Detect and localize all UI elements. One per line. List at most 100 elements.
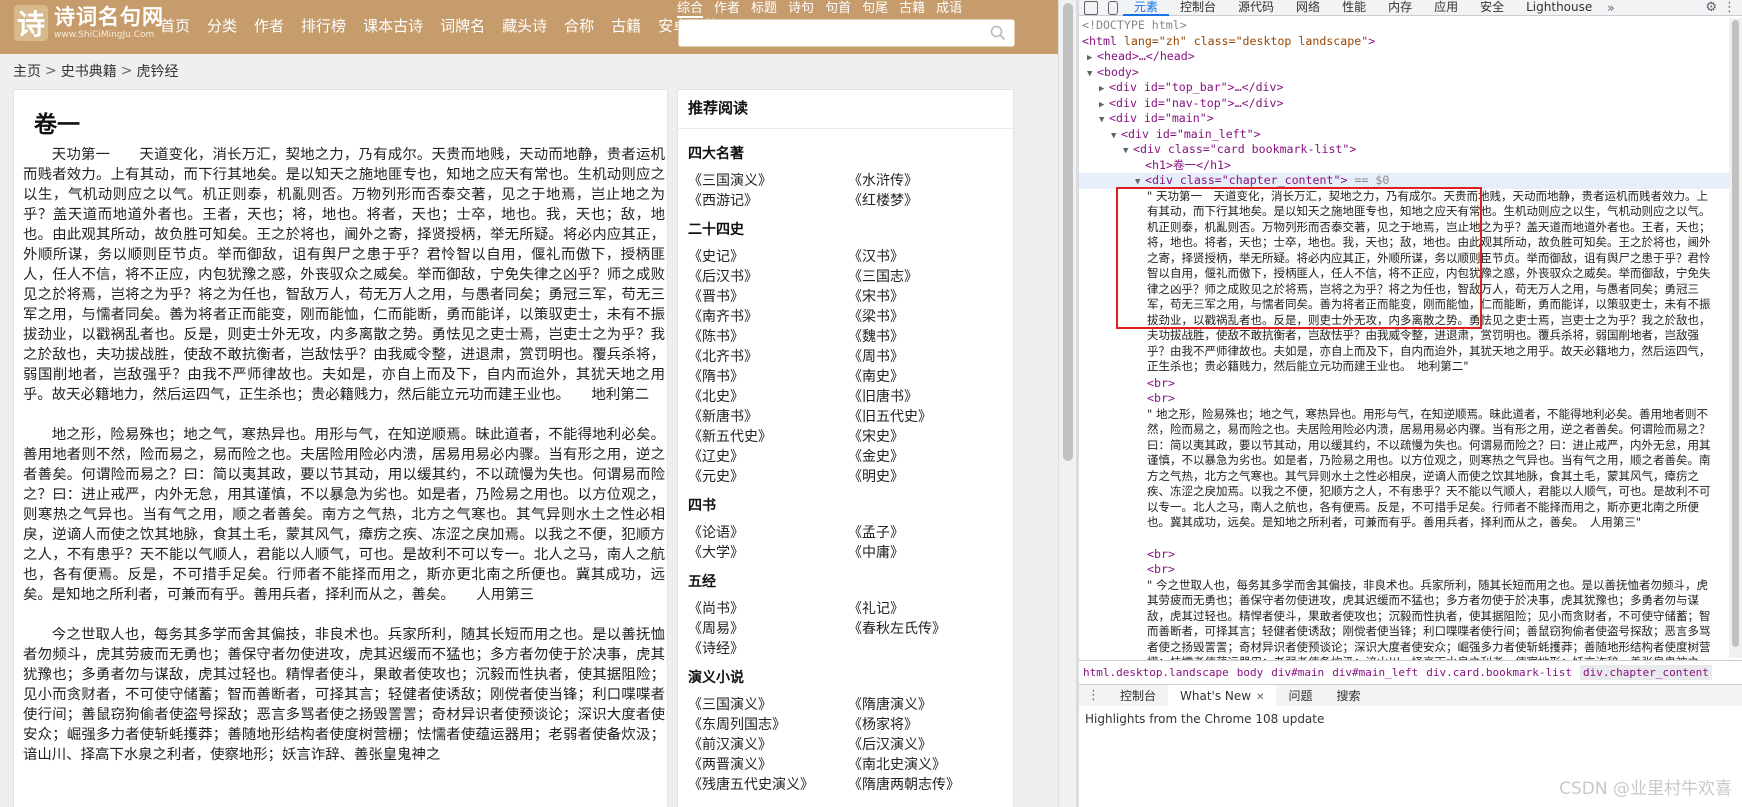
book-link[interactable]: 《辽史》 <box>688 447 848 467</box>
book-link[interactable]: 《南齐书》 <box>688 307 848 327</box>
nav-link[interactable]: 排行榜 <box>301 15 346 36</box>
html-node[interactable]: <html lang="zh" class="desktop landscape… <box>1079 34 1729 50</box>
br-node[interactable]: <br> <box>1079 547 1729 563</box>
book-link[interactable]: 《三国志》 <box>848 267 1003 287</box>
book-link[interactable]: 《宋史》 <box>848 427 1003 447</box>
book-link[interactable]: 《隋书》 <box>688 367 848 387</box>
devtools-tab[interactable]: 元素 <box>1123 0 1170 16</box>
scrollbar-thumb[interactable] <box>1063 3 1073 461</box>
nav-link[interactable]: 分类 <box>207 15 237 36</box>
book-link[interactable]: 《水浒传》 <box>848 171 1003 191</box>
devtools-tab[interactable]: 控制台 <box>1169 0 1227 16</box>
devtools-tab[interactable]: 应用 <box>1423 0 1469 16</box>
book-link[interactable]: 《新五代史》 <box>688 427 848 447</box>
dom-breadcrumb-item[interactable]: div#main_left <box>1332 666 1418 679</box>
devtools-tab[interactable]: 源代码 <box>1227 0 1285 16</box>
elements-scrollbar[interactable] <box>1729 18 1742 658</box>
gear-icon[interactable]: ⚙ <box>1705 0 1717 15</box>
body-node[interactable]: ▼ <body> <box>1079 65 1729 81</box>
book-link[interactable]: 《尚书》 <box>688 599 848 619</box>
book-link[interactable]: 《新唐书》 <box>688 407 848 427</box>
book-link[interactable]: 《春秋左氏传》 <box>848 619 1003 639</box>
head-node[interactable]: ▶ <head>…</head> <box>1079 49 1729 65</box>
page-scrollbar[interactable] <box>1058 0 1076 807</box>
book-link[interactable]: 《南北史演义》 <box>848 755 1003 775</box>
card-node[interactable]: ▼ <div class="card bookmark-list"> <box>1079 142 1729 158</box>
h1-node[interactable]: <h1>卷一</h1> <box>1079 158 1729 174</box>
book-link[interactable]: 《西游记》 <box>688 191 848 211</box>
devtools-tab[interactable]: 性能 <box>1331 0 1377 16</box>
book-link[interactable]: 《后汉书》 <box>688 267 848 287</box>
drawer-tab[interactable]: 问题 <box>1276 685 1324 707</box>
book-link[interactable]: 《梁书》 <box>848 307 1003 327</box>
br-node[interactable]: <br> <box>1079 391 1729 407</box>
book-link[interactable]: 《北史》 <box>688 387 848 407</box>
dom-breadcrumb-item[interactable]: div.chapter_content <box>1579 665 1712 680</box>
book-link[interactable]: 《后汉演义》 <box>848 735 1003 755</box>
search-tab[interactable]: 古籍 <box>899 0 925 18</box>
book-link[interactable]: 《三国演义》 <box>688 695 848 715</box>
breadcrumb-item[interactable]: 主页 <box>13 61 41 81</box>
book-link[interactable]: 《隋唐演义》 <box>848 695 1003 715</box>
search-icon[interactable] <box>990 25 1006 41</box>
dom-breadcrumb-item[interactable]: html.desktop.landscape <box>1083 666 1229 679</box>
search-tab[interactable]: 作者 <box>714 0 740 18</box>
book-link[interactable]: 《周书》 <box>848 347 1003 367</box>
more-tabs-icon[interactable]: » <box>1607 1 1614 15</box>
search-tab[interactable]: 句首 <box>825 0 851 18</box>
book-link[interactable]: 《旧五代史》 <box>848 407 1003 427</box>
book-link[interactable]: 《残唐五代史演义》 <box>688 775 848 795</box>
book-link[interactable]: 《杨家将》 <box>848 715 1003 735</box>
book-link[interactable]: 《陈书》 <box>688 327 848 347</box>
devtools-tab[interactable]: Lighthouse <box>1515 0 1603 16</box>
book-link[interactable]: 《孟子》 <box>848 523 1003 543</box>
book-link[interactable]: 《周易》 <box>688 619 848 639</box>
book-link[interactable]: 《东周列国志》 <box>688 715 848 735</box>
text-node-3[interactable]: " 今之世取人也，每务其多学而舍其偏技，非良术也。兵家所利，随其长短而用之也。是… <box>1079 578 1729 672</box>
dom-breadcrumb-item[interactable]: div.card.bookmark-list <box>1426 666 1572 679</box>
book-link[interactable]: 《南史》 <box>848 367 1003 387</box>
drawer-tab[interactable]: What's New ✕ <box>1168 684 1277 707</box>
search-tab[interactable]: 句尾 <box>862 0 888 18</box>
nav-link[interactable]: 词牌名 <box>440 15 485 36</box>
book-link[interactable]: 《大学》 <box>688 543 848 563</box>
book-link[interactable]: 《隋唐两朝志传》 <box>848 775 1003 795</box>
text-node-2[interactable]: " 地之形，险易殊也；地之气，寒热异也。用形与气，在知逆顺焉。昧此道者，不能得地… <box>1079 407 1729 547</box>
scrollbar-thumb[interactable] <box>1732 20 1739 647</box>
search-input[interactable] <box>678 19 1015 47</box>
search-tab[interactable]: 成语 <box>936 0 962 18</box>
book-link[interactable]: 《宋书》 <box>848 287 1003 307</box>
dom-breadcrumb-item[interactable]: body <box>1237 666 1264 679</box>
close-icon[interactable]: ✕ <box>1256 692 1264 703</box>
nav-link[interactable]: 作者 <box>254 15 284 36</box>
br-node[interactable]: <br> <box>1079 376 1729 392</box>
top-bar-node[interactable]: ▶ <div id="top_bar">…</div> <box>1079 80 1729 96</box>
device-toolbar-icon[interactable] <box>1108 0 1118 15</box>
more-options-icon[interactable]: ⋮ <box>1723 0 1736 15</box>
book-link[interactable]: 《旧唐书》 <box>848 387 1003 407</box>
book-link[interactable]: 《魏书》 <box>848 327 1003 347</box>
devtools-tab[interactable]: 内存 <box>1377 0 1423 16</box>
book-link[interactable]: 《礼记》 <box>848 599 1003 619</box>
site-logo[interactable]: 诗 诗词名句网 www.ShiCiMingJu.Com <box>14 5 164 41</box>
nav-link[interactable]: 首页 <box>160 15 190 36</box>
inspect-element-icon[interactable] <box>1084 0 1098 15</box>
nav-link[interactable]: 课本古诗 <box>363 15 423 36</box>
book-link[interactable]: 《汉书》 <box>848 247 1003 267</box>
search-tab[interactable]: 诗句 <box>788 0 814 18</box>
book-link[interactable]: 《晋书》 <box>688 287 848 307</box>
search-tab[interactable]: 标题 <box>751 0 777 18</box>
book-link[interactable]: 《红楼梦》 <box>848 191 1003 211</box>
drawer-tab[interactable]: 搜索 <box>1325 685 1373 707</box>
book-link[interactable]: 《金史》 <box>848 447 1003 467</box>
book-link[interactable]: 《中庸》 <box>848 543 1003 563</box>
dom-breadcrumb-item[interactable]: div#main <box>1271 666 1324 679</box>
book-link[interactable]: 《元史》 <box>688 467 848 487</box>
book-link[interactable]: 《明史》 <box>848 467 1003 487</box>
search-tab[interactable]: 综合 <box>677 0 704 18</box>
main-node[interactable]: ▼ <div id="main"> <box>1079 111 1729 127</box>
nav-link[interactable]: 古籍 <box>611 15 641 36</box>
nav-top-node[interactable]: ▶ <div id="nav-top">…</div> <box>1079 96 1729 112</box>
book-link[interactable]: 《北齐书》 <box>688 347 848 367</box>
book-link[interactable]: 《论语》 <box>688 523 848 543</box>
